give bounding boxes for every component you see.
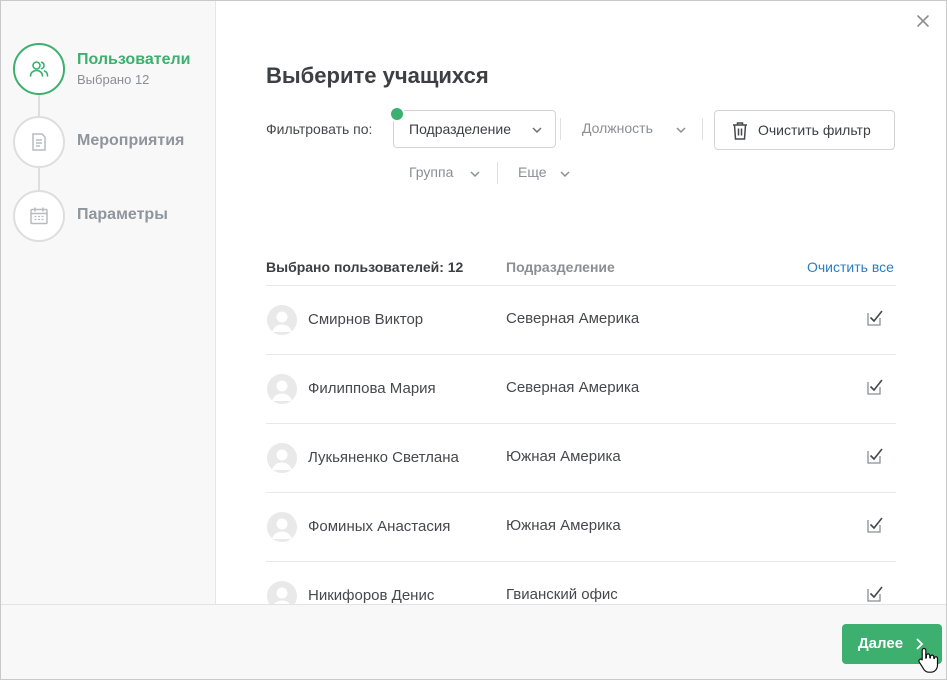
user-avatar-icon xyxy=(272,311,292,332)
document-icon xyxy=(13,116,65,168)
filter-label: Фильтровать по: xyxy=(266,121,373,137)
user-name: Филиппова Мария xyxy=(308,380,436,397)
user-name: Лукьяненко Светлана xyxy=(308,449,459,466)
divider xyxy=(702,118,703,140)
department-filter-label: Подразделение xyxy=(409,121,512,137)
user-department: Северная Америка xyxy=(506,379,640,396)
user-avatar-icon xyxy=(274,587,290,604)
wizard-sidebar: Пользователи Выбрано 12 Мероприятия Пара… xyxy=(1,1,216,604)
divider xyxy=(497,162,498,184)
avatar xyxy=(267,443,297,473)
department-column-header: Подразделение xyxy=(506,259,615,275)
clear-filter-button[interactable]: Очистить фильтр xyxy=(714,110,895,150)
user-avatar-icon xyxy=(272,518,292,539)
calendar-icon xyxy=(13,190,65,242)
user-avatar-icon xyxy=(272,380,292,401)
hand-cursor-icon xyxy=(918,647,939,673)
step-users[interactable]: Пользователи Выбрано 12 xyxy=(13,43,213,95)
active-filter-indicator xyxy=(389,106,405,122)
chevron-down-icon xyxy=(470,171,480,178)
group-filter-label: Группа xyxy=(409,164,454,180)
step-parameters-title: Параметры xyxy=(77,206,168,223)
chevron-down-icon xyxy=(560,171,570,178)
user-name: Фоминых Анастасия xyxy=(308,518,451,535)
step-parameters[interactable]: Параметры xyxy=(13,190,213,242)
users-icon xyxy=(13,43,65,95)
department-filter-dropdown[interactable]: Подразделение xyxy=(393,110,556,148)
table-row[interactable]: Смирнов Виктор Северная Америка xyxy=(266,285,896,354)
users-table: Смирнов Виктор Северная Америка Филиппова … xyxy=(266,285,896,604)
step-connector xyxy=(38,95,40,116)
user-department: Гвианский офис xyxy=(506,586,618,603)
clear-filter-label: Очистить фильтр xyxy=(758,122,871,138)
more-filter-label: Еще xyxy=(518,164,547,180)
table-row[interactable]: Лукьяненко Светлана Южная Америка xyxy=(266,423,896,492)
chevron-down-icon xyxy=(676,127,686,134)
step-events[interactable]: Мероприятия xyxy=(13,116,213,168)
row-checkbox[interactable] xyxy=(866,378,884,396)
row-checkbox[interactable] xyxy=(866,447,884,465)
avatar xyxy=(267,512,297,542)
user-department: Южная Америка xyxy=(506,517,621,534)
clear-all-link[interactable]: Очистить все xyxy=(807,259,894,275)
table-row[interactable]: Фоминых Анастасия Южная Америка xyxy=(266,492,896,561)
step-connector xyxy=(38,168,40,190)
next-button-label: Далее xyxy=(858,635,904,652)
table-row[interactable]: Филиппова Мария Северная Америка xyxy=(266,354,896,423)
step-events-title: Мероприятия xyxy=(77,132,185,149)
selected-count: Выбрано пользователей: 12 xyxy=(266,259,464,275)
step-users-subtitle: Выбрано 12 xyxy=(77,72,150,87)
page-title: Выберите учащихся xyxy=(266,63,489,88)
divider xyxy=(560,118,561,140)
close-icon xyxy=(917,15,929,27)
trash-icon xyxy=(733,122,747,140)
table-row[interactable]: Никифоров Денис Гвианский офис xyxy=(266,561,896,604)
step-users-title: Пользователи xyxy=(77,51,191,68)
user-department: Южная Америка xyxy=(506,448,621,465)
user-department: Северная Америка xyxy=(506,310,640,327)
user-avatar-icon xyxy=(272,449,292,470)
row-checkbox[interactable] xyxy=(866,516,884,534)
row-checkbox[interactable] xyxy=(866,309,884,327)
position-filter-label: Должность xyxy=(582,120,653,136)
avatar xyxy=(267,374,297,404)
group-filter-dropdown[interactable]: Группа xyxy=(409,164,485,186)
more-filter-dropdown[interactable]: Еще xyxy=(518,164,578,186)
avatar xyxy=(267,305,297,335)
dialog-footer xyxy=(1,604,946,679)
chevron-down-icon xyxy=(532,127,542,134)
dialog: Пользователи Выбрано 12 Мероприятия Пара… xyxy=(0,0,947,680)
row-checkbox[interactable] xyxy=(866,585,884,603)
position-filter-dropdown[interactable]: Должность xyxy=(582,120,692,142)
avatar xyxy=(267,581,297,604)
close-button[interactable] xyxy=(913,11,933,31)
user-name: Смирнов Виктор xyxy=(308,311,424,328)
user-name: Никифоров Денис xyxy=(308,587,435,604)
